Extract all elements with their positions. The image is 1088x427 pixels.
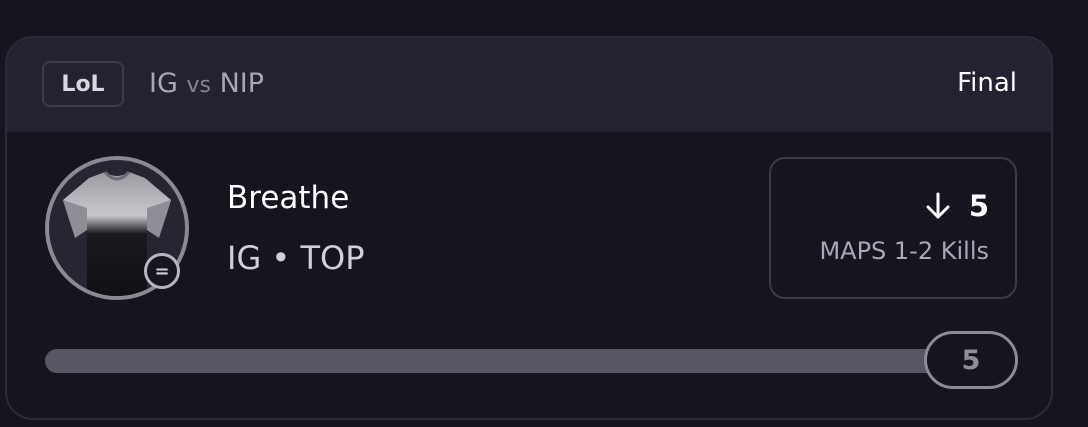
team-b: NIP bbox=[219, 68, 265, 99]
prop-card[interactable]: LoL IG vs NIP Final = Breathe IG • TOP 5… bbox=[5, 36, 1053, 420]
league-badge: LoL bbox=[42, 61, 124, 107]
progress-fill bbox=[45, 349, 1005, 373]
equals-icon: = bbox=[144, 253, 180, 289]
arrow-down-icon bbox=[926, 192, 950, 219]
match-status: Final bbox=[957, 68, 1017, 98]
player-name: Breathe bbox=[227, 180, 350, 216]
matchup: IG vs NIP bbox=[149, 68, 264, 99]
player-team-position: IG • TOP bbox=[227, 239, 365, 277]
stat-value: 5 bbox=[968, 189, 989, 223]
vs-label: vs bbox=[186, 73, 211, 98]
progress-track bbox=[45, 349, 1005, 373]
stat-line: 5 bbox=[923, 189, 989, 223]
stat-label: MAPS 1-2 Kills bbox=[819, 237, 989, 265]
card-header: LoL IG vs NIP Final bbox=[7, 38, 1051, 132]
progress-value: 5 bbox=[924, 331, 1018, 389]
stat-box[interactable]: 5 MAPS 1-2 Kills bbox=[769, 157, 1017, 299]
team-a: IG bbox=[149, 68, 178, 99]
